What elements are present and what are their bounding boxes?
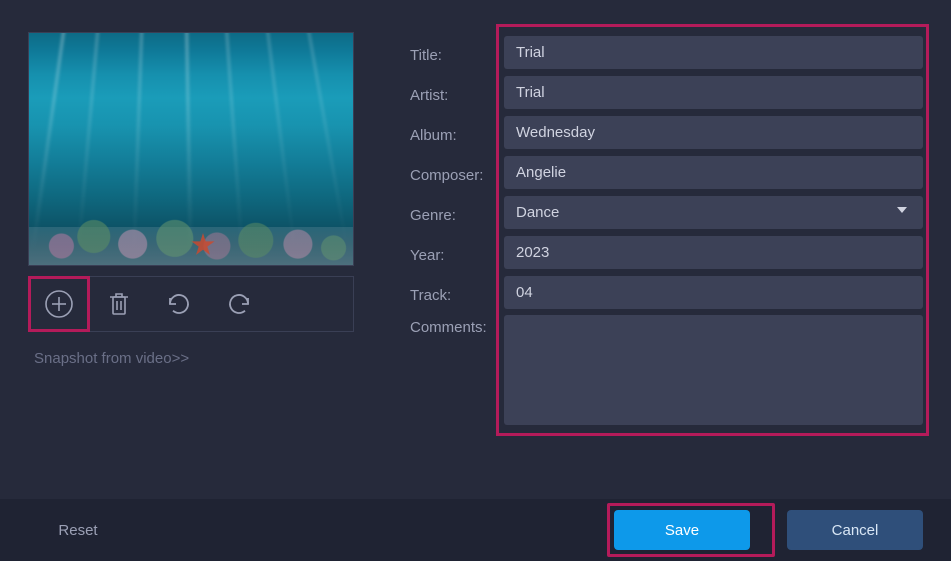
composer-label: Composer: [410, 160, 504, 184]
cancel-button[interactable]: Cancel [787, 510, 923, 550]
genre-select[interactable]: Dance [504, 196, 923, 229]
trash-icon [104, 289, 134, 319]
track-label: Track: [410, 280, 504, 304]
save-highlight-box: Save [607, 503, 775, 557]
comments-label: Comments: [410, 312, 504, 336]
album-field[interactable] [504, 116, 923, 149]
title-label: Title: [410, 40, 504, 64]
rotate-ccw-icon [164, 289, 194, 319]
chevron-down-icon [895, 203, 909, 221]
rotate-ccw-button[interactable] [149, 277, 209, 331]
delete-image-button[interactable] [89, 277, 149, 331]
artist-label: Artist: [410, 80, 504, 104]
comments-field[interactable] [504, 315, 923, 425]
save-button[interactable]: Save [614, 510, 750, 550]
image-toolbar [28, 276, 354, 332]
year-field[interactable] [504, 236, 923, 269]
artist-field[interactable] [504, 76, 923, 109]
snapshot-from-video-link[interactable]: Snapshot from video>> [28, 350, 354, 367]
rotate-cw-button[interactable] [209, 277, 269, 331]
genre-selected-value: Dance [516, 204, 559, 221]
track-field[interactable] [504, 276, 923, 309]
album-art-thumbnail[interactable] [28, 32, 354, 266]
composer-field[interactable] [504, 156, 923, 189]
year-label: Year: [410, 240, 504, 264]
reset-button[interactable]: Reset [28, 510, 128, 550]
plus-circle-icon [44, 289, 74, 319]
album-label: Album: [410, 120, 504, 144]
genre-label: Genre: [410, 200, 504, 224]
title-field[interactable] [504, 36, 923, 69]
footer-bar: Reset Save Cancel [0, 499, 951, 561]
rotate-cw-icon [224, 289, 254, 319]
add-image-button[interactable] [29, 277, 89, 331]
